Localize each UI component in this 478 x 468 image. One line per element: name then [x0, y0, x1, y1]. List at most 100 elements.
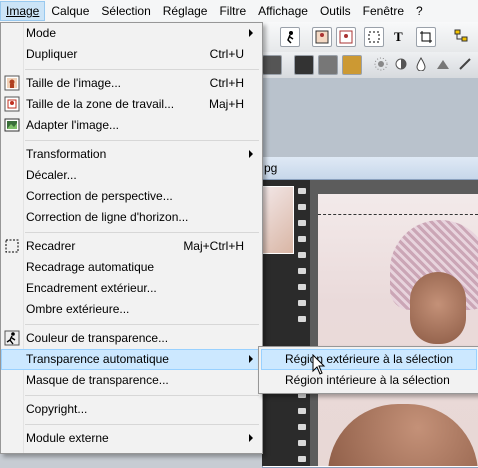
menu-item-label: Mode [26, 26, 57, 40]
transparence-submenu: Région extérieure à la sélection Région … [258, 346, 478, 394]
film-hole [298, 188, 306, 194]
menu-item-label: Correction de perspective... [26, 189, 173, 203]
menu-calque[interactable]: Calque [45, 1, 95, 21]
menu-item-label: Ombre extérieure... [26, 302, 130, 316]
document-title-bar: pg [262, 157, 478, 180]
menu-separator [25, 69, 259, 70]
film-hole [298, 440, 306, 446]
menu-item-copyright[interactable]: Copyright... [1, 399, 262, 420]
submenu-arrow-icon [249, 355, 253, 363]
film-hole [298, 204, 306, 210]
menu-separator [25, 140, 259, 141]
menu-item-label: Masque de transparence... [26, 373, 169, 387]
menu-separator [25, 232, 259, 233]
menu-item-label: Taille de la zone de travail... [26, 97, 175, 111]
select-rect-icon[interactable] [364, 27, 384, 47]
photo-canvas[interactable] [318, 194, 478, 466]
walk-icon[interactable] [280, 27, 300, 47]
menu-item-decaler[interactable]: Décaler... [1, 165, 262, 186]
menu-item-mode[interactable]: Mode [1, 23, 262, 44]
submenu-arrow-icon [249, 150, 253, 158]
menu-item-module-externe[interactable]: Module externe [1, 428, 262, 449]
grid-gray-icon[interactable] [318, 55, 338, 75]
film-hole [298, 316, 306, 322]
menu-item-label: Taille de l'image... [26, 76, 122, 90]
fit-image-icon [4, 118, 20, 132]
film-hole [298, 220, 306, 226]
menu-item-label: Transformation [26, 147, 107, 161]
film-hole [298, 284, 306, 290]
grid-icon[interactable] [294, 55, 314, 75]
submenu-item-region-exterieure[interactable]: Région extérieure à la sélection [261, 349, 477, 370]
grid-color-icon[interactable] [342, 55, 362, 75]
film-hole [298, 236, 306, 242]
document-title: pg [264, 161, 278, 175]
menu-item-encadrement[interactable]: Encadrement extérieur... [1, 278, 262, 299]
submenu-arrow-icon [249, 434, 253, 442]
menu-separator [25, 324, 259, 325]
drop-icon[interactable] [412, 55, 430, 73]
menu-item-shortcut: Maj+Ctrl+H [183, 239, 244, 253]
auto-icon[interactable] [262, 55, 282, 75]
menu-item-label: Couleur de transparence... [26, 331, 169, 345]
film-hole [298, 456, 306, 462]
menu-item-ombre[interactable]: Ombre extérieure... [1, 299, 262, 320]
image-menu: Mode Dupliquer Ctrl+U Taille de l'image.… [0, 22, 263, 454]
menu-separator [25, 424, 259, 425]
resize-image-icon[interactable] [312, 27, 332, 47]
crop-icon [5, 239, 19, 253]
menu-help[interactable]: ? [410, 1, 429, 21]
menu-item-transformation[interactable]: Transformation [1, 144, 262, 165]
secondary-toolbar [262, 52, 478, 79]
text-tool-icon[interactable]: T [390, 27, 408, 45]
film-hole [298, 408, 306, 414]
menu-outils[interactable]: Outils [314, 1, 357, 21]
submenu-item-label: Région intérieure à la sélection [285, 373, 450, 387]
menu-item-label: Recadrer [26, 239, 76, 253]
menu-item-transparence-auto[interactable]: Transparence automatique [1, 349, 262, 370]
menu-item-perspective[interactable]: Correction de perspective... [1, 186, 262, 207]
film-hole [298, 300, 306, 306]
menu-item-recadrage-auto[interactable]: Recadrage automatique [1, 257, 262, 278]
menu-image-label: Image [6, 4, 40, 18]
menu-item-label: Copyright... [26, 402, 88, 416]
pencil-icon[interactable] [456, 55, 474, 73]
menu-affichage[interactable]: Affichage [252, 1, 314, 21]
menu-item-label: Dupliquer [26, 47, 78, 61]
menu-item-taille-image[interactable]: Taille de l'image... Ctrl+H [1, 73, 262, 94]
menu-item-horizon[interactable]: Correction de ligne d'horizon... [1, 207, 262, 228]
submenu-item-label: Région extérieure à la sélection [285, 352, 454, 366]
menu-item-couleur-transparence[interactable]: Couleur de transparence... [1, 328, 262, 349]
contrast-icon[interactable] [392, 55, 410, 73]
main-toolbar: T [262, 22, 478, 53]
menu-image[interactable]: Image [0, 1, 46, 21]
menu-item-label: Recadrage automatique [26, 260, 155, 274]
menu-filtre[interactable]: Filtre [213, 1, 252, 21]
canvas-icon[interactable] [336, 27, 356, 47]
selection-marquee [318, 214, 478, 215]
menu-fenetre[interactable]: Fenêtre [357, 1, 410, 21]
menu-item-shortcut: Ctrl+U [209, 47, 244, 61]
crop-tool-icon[interactable] [416, 27, 436, 47]
menu-item-masque[interactable]: Masque de transparence... [1, 370, 262, 391]
menu-reglage[interactable]: Réglage [157, 1, 214, 21]
menu-item-label: Adapter l'image... [26, 118, 120, 132]
image-size-icon [4, 75, 20, 91]
menu-selection[interactable]: Sélection [95, 1, 156, 21]
tree-icon[interactable] [452, 27, 470, 45]
menu-separator [25, 395, 259, 396]
menu-item-dupliquer[interactable]: Dupliquer Ctrl+U [1, 44, 262, 65]
menu-item-recadrer[interactable]: Recadrer Maj+Ctrl+H [1, 236, 262, 257]
submenu-item-region-interieure[interactable]: Région intérieure à la sélection [261, 370, 477, 391]
mouse-cursor-icon [312, 354, 326, 375]
canvas-size-icon [4, 96, 20, 112]
photo-shoulder [328, 404, 478, 466]
sun-icon[interactable] [372, 55, 390, 73]
menu-item-taille-zone[interactable]: Taille de la zone de travail... Maj+H [1, 94, 262, 115]
levels-icon[interactable] [434, 55, 452, 73]
menu-item-adapter[interactable]: Adapter l'image... [1, 115, 262, 136]
menu-item-label: Module externe [26, 431, 109, 445]
thumbnail[interactable] [262, 186, 294, 254]
menu-item-shortcut: Ctrl+H [209, 76, 244, 90]
film-hole [298, 252, 306, 258]
